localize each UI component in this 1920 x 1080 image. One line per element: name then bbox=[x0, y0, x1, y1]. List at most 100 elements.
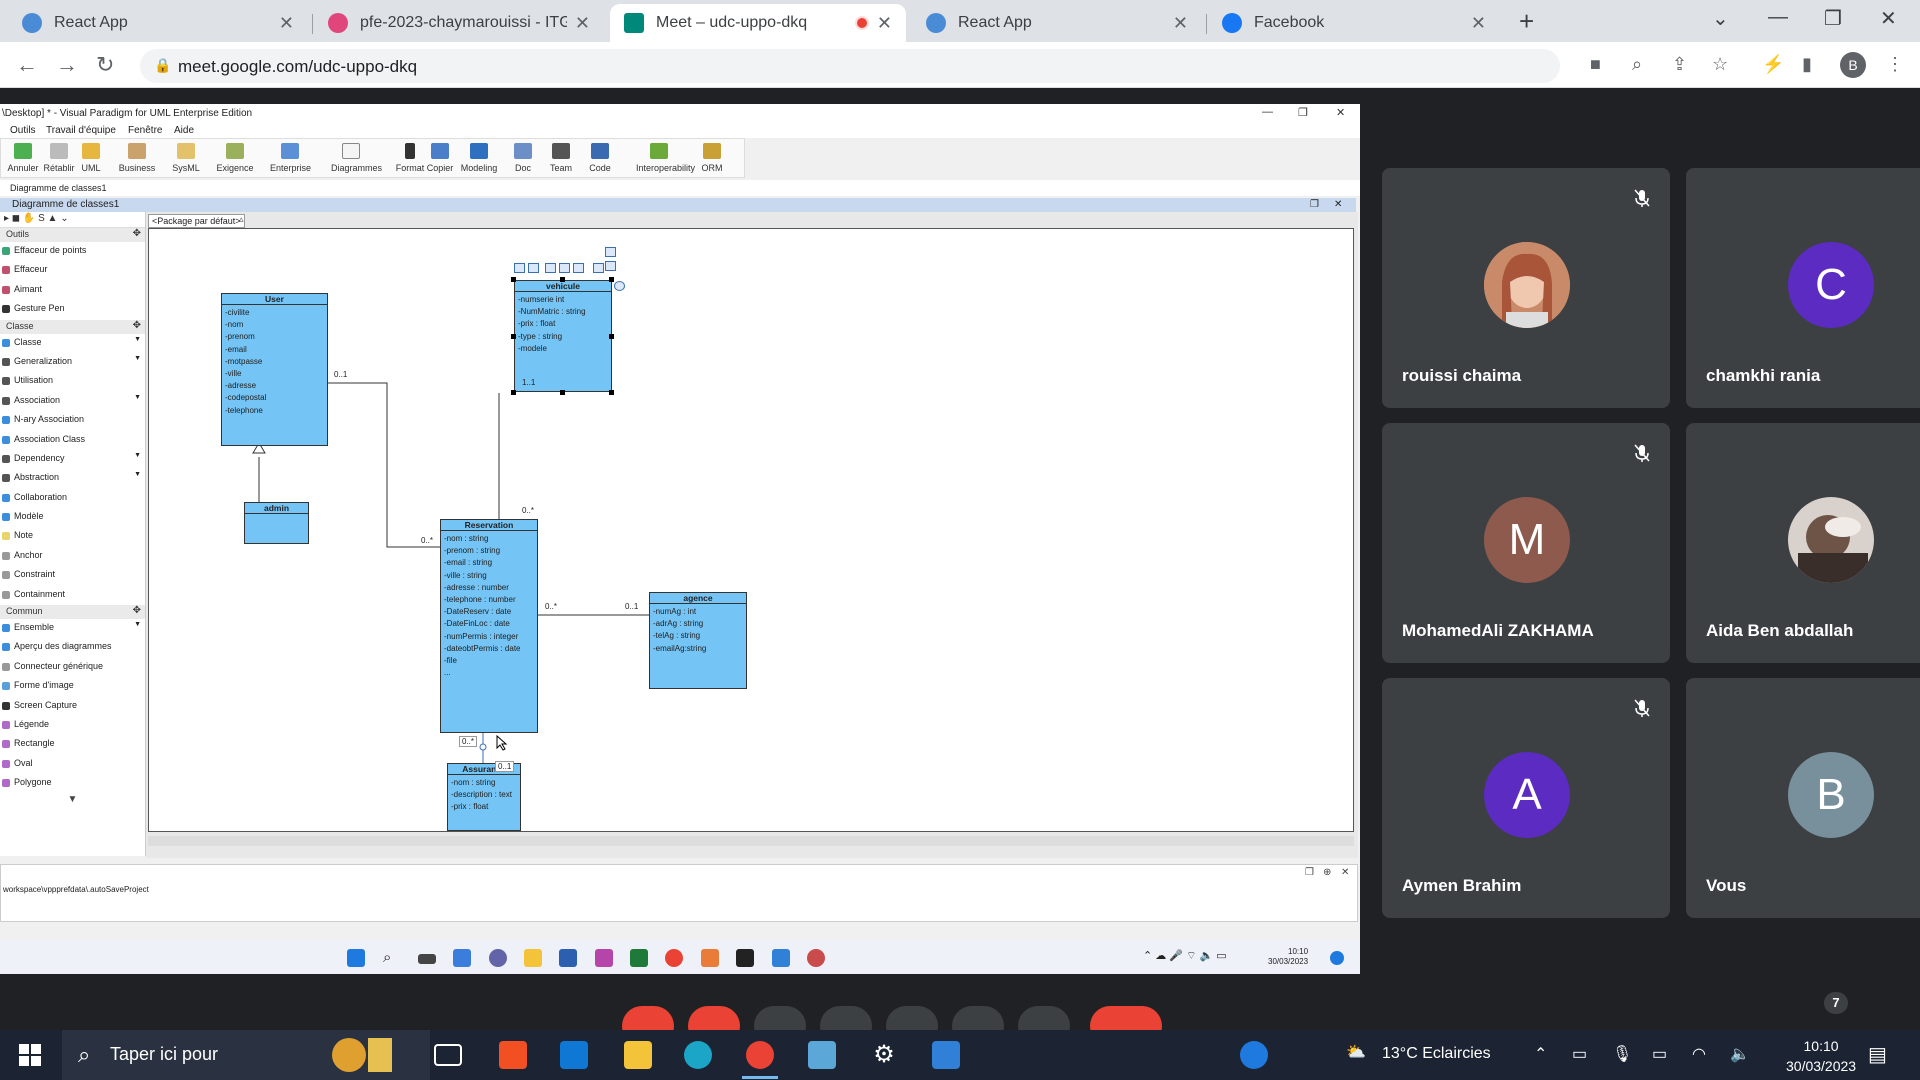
zoom-icon[interactable]: ⌕ bbox=[1632, 54, 1642, 75]
selection-handle[interactable] bbox=[511, 390, 516, 395]
show-hidden-icons-chevron-icon[interactable]: ⌃ bbox=[1534, 1044, 1547, 1064]
vp-menu-fenetre[interactable]: Fenêtre bbox=[128, 125, 162, 136]
vp-undo-button[interactable]: Annuler bbox=[3, 141, 43, 173]
edge-icon[interactable] bbox=[684, 1041, 712, 1069]
flag-icon[interactable] bbox=[605, 261, 616, 271]
palette-item[interactable]: N-ary Association bbox=[0, 411, 145, 430]
palette-section-classe[interactable]: Classe ✥ bbox=[0, 319, 145, 334]
palette-item[interactable]: Dependency ▼ bbox=[0, 450, 145, 469]
dropdown-arrow-icon[interactable]: ▼ bbox=[134, 471, 141, 478]
vp-copier-button[interactable]: Copier bbox=[420, 141, 460, 173]
vp-business-button[interactable]: Business bbox=[117, 141, 157, 173]
help-icon[interactable] bbox=[1240, 1041, 1268, 1069]
menu-kebab-icon[interactable]: ⋮ bbox=[1886, 54, 1904, 75]
vp-doc-button[interactable]: Doc bbox=[503, 141, 543, 173]
browser-tab-react-app-2[interactable]: React App ✕ bbox=[912, 4, 1202, 42]
palette-item[interactable]: Aperçu des diagrammes bbox=[0, 638, 145, 657]
microphone-icon[interactable]: 🎙 bbox=[1612, 1044, 1632, 1064]
task-view-icon[interactable] bbox=[434, 1044, 462, 1066]
resource-catalog-icon[interactable] bbox=[545, 263, 556, 273]
palette-item[interactable]: Collaboration bbox=[0, 489, 145, 508]
new-tab-plus-icon[interactable]: + bbox=[1519, 6, 1534, 37]
weather-text[interactable]: 13°C Eclaircies bbox=[1382, 1045, 1491, 1063]
vp-sysml-button[interactable]: SysML bbox=[166, 141, 206, 173]
dropdown-arrow-icon[interactable]: ▼ bbox=[134, 452, 141, 459]
class-admin[interactable]: admin bbox=[244, 502, 309, 544]
vp-minimize-icon[interactable]: — bbox=[1262, 106, 1273, 118]
forward-arrow-icon[interactable]: → bbox=[56, 52, 78, 78]
package-tab-arrow-icon[interactable]: ▵ bbox=[239, 214, 244, 225]
back-arrow-icon[interactable]: ← bbox=[16, 52, 38, 78]
chrome-icon[interactable] bbox=[746, 1041, 774, 1069]
resource-catalog-icon[interactable] bbox=[593, 263, 604, 273]
class-diagram-canvas[interactable]: User -civilite -nom -prenom -email -motp… bbox=[148, 228, 1354, 832]
close-icon[interactable]: ✕ bbox=[877, 13, 892, 34]
vp-interoperability-button[interactable]: Interoperability bbox=[636, 141, 695, 173]
tab-search-chevron-icon[interactable]: ⌄ bbox=[1712, 6, 1729, 31]
selection-handle[interactable] bbox=[609, 334, 614, 339]
notepad-icon[interactable] bbox=[808, 1041, 836, 1069]
mail-icon[interactable] bbox=[560, 1041, 588, 1069]
taskbar-search[interactable]: ⌕ Taper ici pour bbox=[62, 1030, 430, 1080]
browser-tab-meet[interactable]: Meet – udc-uppo-dkq ✕ bbox=[610, 4, 906, 42]
microsoft-store-icon[interactable] bbox=[499, 1041, 527, 1069]
xbox-icon[interactable] bbox=[630, 949, 648, 967]
vp-modeling-button[interactable]: Modeling bbox=[459, 141, 499, 173]
palette-item[interactable]: Classe ▼ bbox=[0, 334, 145, 353]
flag-icon[interactable] bbox=[605, 247, 616, 257]
vp-close-icon[interactable]: ✕ bbox=[1336, 106, 1345, 119]
palette-item[interactable]: Constraint bbox=[0, 566, 145, 585]
package-tab[interactable]: <Package par défaut> bbox=[148, 214, 245, 228]
browser-tab-facebook[interactable]: Facebook ✕ bbox=[1208, 4, 1500, 42]
vscode-icon[interactable] bbox=[772, 949, 790, 967]
class-vehicule[interactable]: vehicule -numserie int -NumMatric : stri… bbox=[514, 280, 612, 392]
extensions-icon[interactable]: ⚡ bbox=[1762, 54, 1784, 75]
resource-catalog-icon[interactable] bbox=[559, 263, 570, 273]
palette-item[interactable]: Association ▼ bbox=[0, 392, 145, 411]
vp-diagram-restore-icon[interactable]: ❐ bbox=[1310, 199, 1319, 210]
selection-handle[interactable] bbox=[609, 390, 614, 395]
resource-catalog-icon[interactable] bbox=[514, 263, 525, 273]
pin-icon[interactable]: ✥ bbox=[133, 605, 141, 616]
palette-item[interactable]: Note bbox=[0, 527, 145, 546]
vp-code-button[interactable]: Code bbox=[580, 141, 620, 173]
window-close-icon[interactable]: ✕ bbox=[1880, 6, 1897, 31]
palette-section-outils[interactable]: Outils ✥ bbox=[0, 228, 145, 242]
resource-catalog-icon[interactable] bbox=[528, 263, 539, 273]
vp-uml-button[interactable]: UML bbox=[71, 141, 111, 173]
participant-tile[interactable]: M MohamedAli ZAKHAMA bbox=[1382, 423, 1670, 663]
windows-start-icon[interactable] bbox=[19, 1044, 41, 1066]
palette-item[interactable]: Gesture Pen bbox=[0, 300, 145, 319]
palette-item[interactable]: Légende bbox=[0, 716, 145, 735]
vp-diagram-close-icon[interactable]: ✕ bbox=[1334, 199, 1342, 210]
palette-scroll-down-icon[interactable]: ▼ bbox=[0, 794, 145, 805]
participant-tile[interactable]: rouissi chaima bbox=[1382, 168, 1670, 408]
dropdown-arrow-icon[interactable]: ▼ bbox=[134, 394, 141, 401]
search-icon[interactable]: ⌕ bbox=[383, 949, 401, 967]
vp-diagram-tab[interactable]: Diagramme de classes1 bbox=[10, 183, 107, 193]
system-clock[interactable]: 10:10 30/03/2023 bbox=[1786, 1036, 1856, 1076]
vp-menu-aide[interactable]: Aide bbox=[174, 125, 194, 136]
participant-tile[interactable]: Aida Ben abdallah bbox=[1686, 423, 1920, 663]
palette-item[interactable]: Containment bbox=[0, 586, 145, 605]
palette-item[interactable]: Rectangle bbox=[0, 735, 145, 754]
vp-enterprise-button[interactable]: Enterprise bbox=[270, 141, 311, 173]
maximize-icon[interactable]: ❐ bbox=[1824, 6, 1842, 31]
weather-icon[interactable]: ⛅ bbox=[1346, 1042, 1366, 1062]
app-icon[interactable] bbox=[807, 949, 825, 967]
share-icon[interactable]: ⇪ bbox=[1672, 54, 1687, 75]
palette-item[interactable]: Screen Capture bbox=[0, 697, 145, 716]
dropdown-arrow-icon[interactable]: ▼ bbox=[134, 621, 141, 628]
meet-indicator-icon[interactable]: ▭ bbox=[1572, 1044, 1587, 1064]
battery-icon[interactable]: ▭ bbox=[1652, 1044, 1667, 1064]
palette-item[interactable]: Oval bbox=[0, 755, 145, 774]
close-icon[interactable]: ✕ bbox=[1471, 13, 1486, 34]
chrome-icon[interactable] bbox=[665, 949, 683, 967]
close-icon[interactable]: ✕ bbox=[575, 13, 590, 34]
palette-item[interactable]: Abstraction ▼ bbox=[0, 469, 145, 488]
sublime-icon[interactable] bbox=[701, 949, 719, 967]
address-bar[interactable]: 🔒 meet.google.com/udc-uppo-dkq bbox=[140, 49, 1560, 83]
dropdown-arrow-icon[interactable]: ▼ bbox=[134, 355, 141, 362]
photos-icon[interactable] bbox=[595, 949, 613, 967]
magnifier-icon[interactable] bbox=[614, 281, 625, 291]
